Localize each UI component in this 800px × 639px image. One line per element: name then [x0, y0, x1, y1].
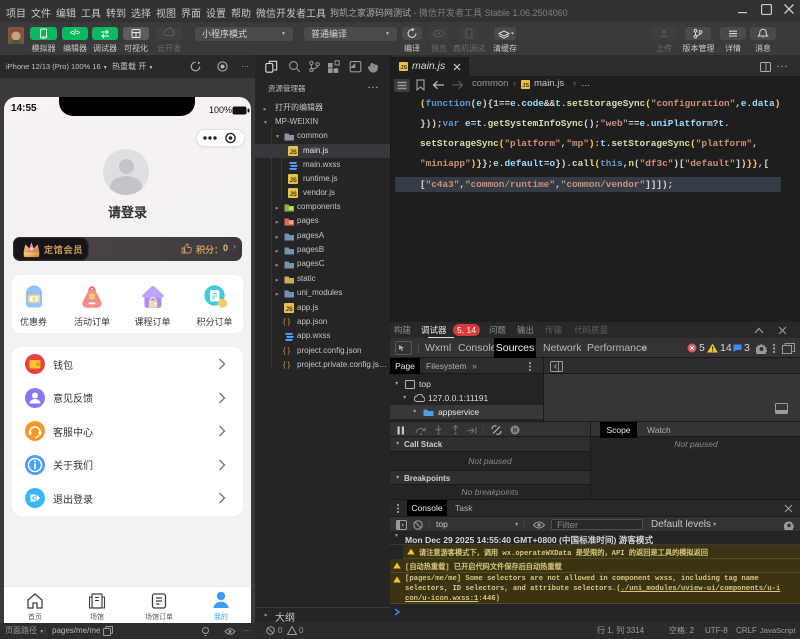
svg-text:JS: JS — [290, 150, 297, 156]
svg-text:JS: JS — [522, 83, 529, 89]
svg-text:JS: JS — [400, 65, 407, 71]
svg-text:JS: JS — [290, 178, 297, 184]
svg-text:JS: JS — [286, 307, 293, 313]
svg-text:JS: JS — [290, 192, 297, 198]
